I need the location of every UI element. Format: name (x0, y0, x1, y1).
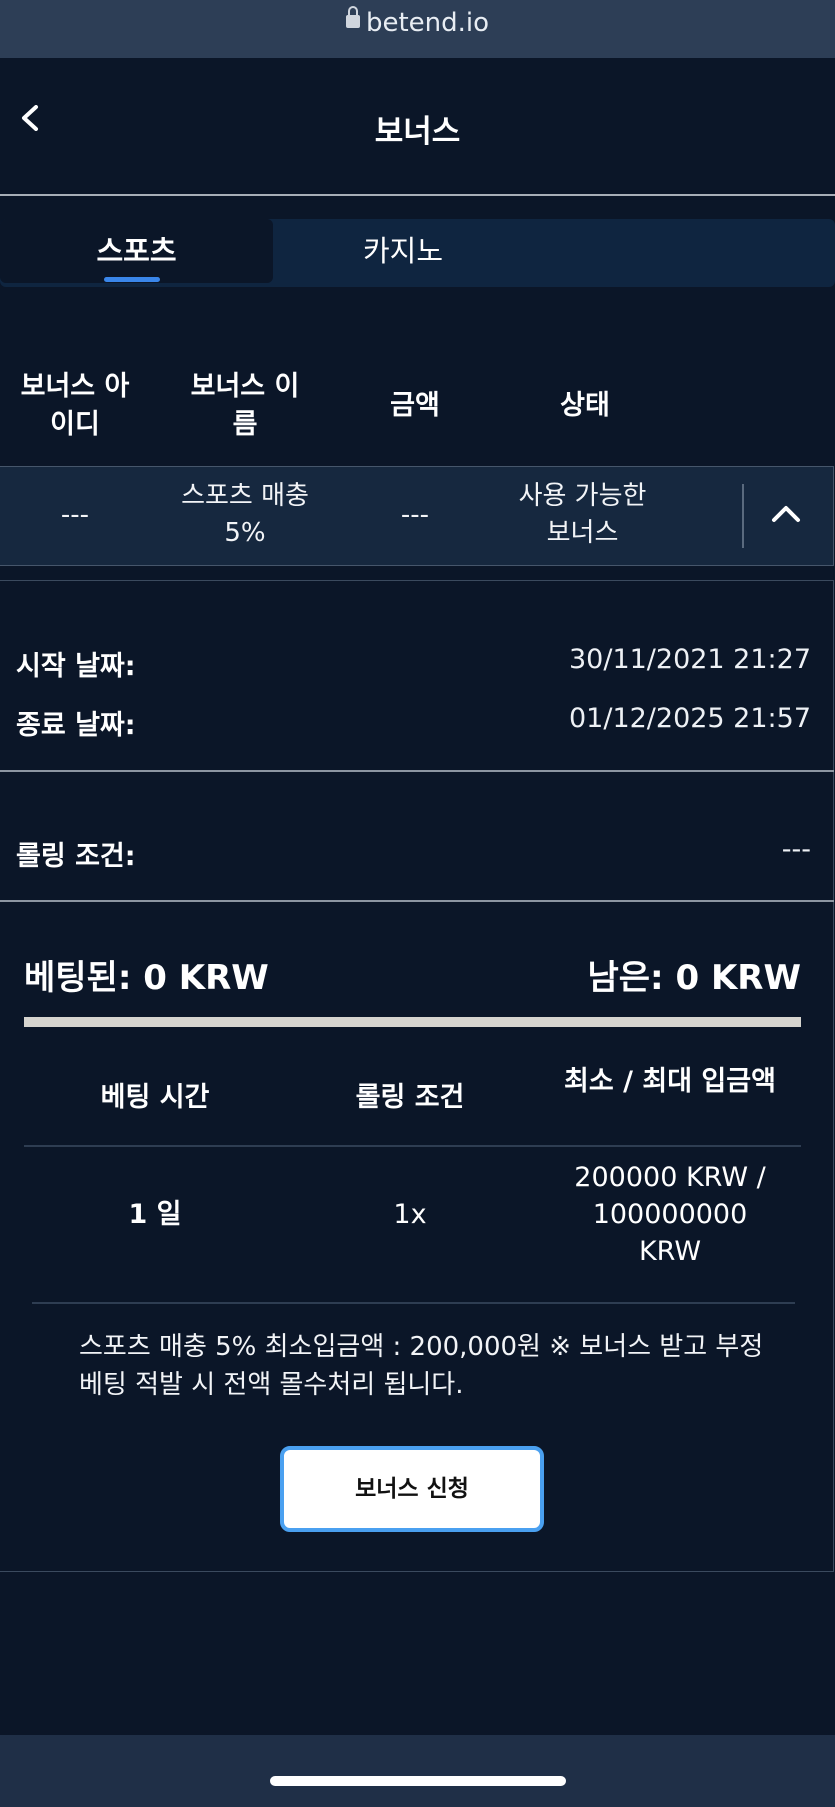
tab-sports[interactable]: 스포츠 (0, 219, 273, 283)
header-status: 상태 (560, 390, 610, 421)
header-bonus-name: 보너스 이름 (190, 371, 300, 440)
rolling-condition-label: 롤링 조건: (16, 841, 136, 872)
rule-betting-time: 1 일 (128, 1199, 182, 1230)
wagering-progress-bar (24, 1017, 801, 1027)
details-divider-2 (0, 900, 834, 902)
start-date-value: 30/11/2021 21:27 (568, 644, 811, 675)
header-min-max-deposit: 최소 / 최대 입금액 (564, 1066, 776, 1097)
row-amount: --- (400, 500, 430, 530)
rules-table-divider (24, 1145, 801, 1147)
rule-rolling: 1x (393, 1199, 427, 1230)
details-divider-1 (0, 770, 834, 772)
url-text-wrap: betend.io (0, 6, 835, 38)
header-divider (0, 194, 835, 196)
page-title: 보너스 (374, 114, 461, 150)
header-bonus-id: 보너스 아이디 (20, 371, 130, 440)
lock-icon (345, 6, 360, 28)
row-bonus-name: 스포츠 매충 5% (181, 481, 309, 548)
tab-casino[interactable]: 카지노 (273, 219, 533, 283)
header-rolling-condition: 롤링 조건 (355, 1082, 465, 1113)
row-bonus-id: --- (60, 500, 90, 530)
chevron-up-icon[interactable] (770, 501, 802, 525)
home-indicator[interactable] (270, 1776, 566, 1786)
bet-amount: 베팅된: 0 KRW (24, 958, 269, 998)
note-divider (32, 1302, 795, 1304)
row-status: 사용 가능한 보너스 (518, 481, 647, 548)
end-date-value: 01/12/2025 21:57 (568, 703, 811, 734)
rolling-condition-value: --- (781, 834, 811, 865)
header-amount: 금액 (390, 390, 440, 421)
end-date-label: 종료 날짜: (16, 710, 136, 741)
bonus-note: 스포츠 매충 5% 최소입금액 : 200,000원 ※ 보너스 받고 부정 베… (79, 1332, 764, 1400)
remaining-amount: 남은: 0 KRW (587, 958, 801, 998)
row-divider (742, 484, 744, 548)
apply-bonus-button[interactable]: 보너스 신청 (280, 1446, 544, 1532)
header-betting-time: 베팅 시간 (100, 1082, 210, 1113)
url-text: betend.io (365, 8, 490, 38)
browser-url-bar[interactable]: betend.io (0, 0, 835, 58)
rule-deposit-range: 200000 KRW / 100000000 KRW (574, 1162, 766, 1267)
start-date-label: 시작 날짜: (16, 651, 136, 682)
bottom-bar (0, 1735, 835, 1807)
tab-active-underline (104, 277, 160, 282)
